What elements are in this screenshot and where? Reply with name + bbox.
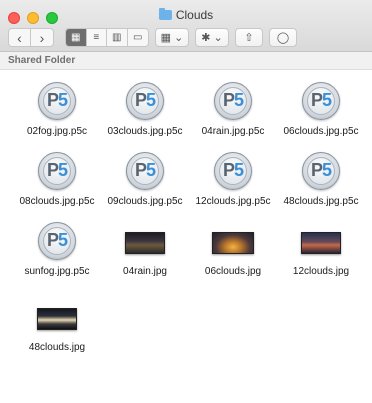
icon-digit-five: 5 bbox=[322, 160, 332, 180]
gallery-view-icon[interactable]: ▭ bbox=[128, 29, 148, 46]
p5c-document-icon: P5 bbox=[126, 82, 164, 120]
icon-digit-five: 5 bbox=[146, 160, 156, 180]
image-thumbnail-icon bbox=[37, 308, 77, 330]
file-name: 03clouds.jpg.p5c bbox=[107, 126, 183, 137]
file-item[interactable]: 12clouds.jpg bbox=[277, 222, 365, 282]
file-item[interactable]: P5 48clouds.jpg.p5c bbox=[277, 152, 365, 212]
folder-icon bbox=[158, 8, 172, 20]
p5c-document-icon: P5 bbox=[214, 152, 252, 190]
p5c-document-icon: P5 bbox=[214, 82, 252, 120]
p5c-document-icon: P5 bbox=[126, 152, 164, 190]
file-item[interactable]: P5 08clouds.jpg.p5c bbox=[13, 152, 101, 212]
group-by-button[interactable]: ▦ ⌄ bbox=[155, 28, 189, 47]
file-item[interactable]: P5 09clouds.jpg.p5c bbox=[101, 152, 189, 212]
icon-view-icon[interactable]: ▦ bbox=[66, 29, 87, 46]
path-bar: Shared Folder bbox=[0, 52, 372, 70]
file-name: 12clouds.jpg.p5c bbox=[195, 196, 271, 207]
file-name: 09clouds.jpg.p5c bbox=[107, 196, 183, 207]
navigation-buttons: ‹ › bbox=[8, 28, 54, 47]
icon-letter-p: P bbox=[46, 230, 59, 250]
column-view-icon[interactable]: ▥ bbox=[107, 29, 128, 46]
icon-letter-p: P bbox=[46, 90, 59, 110]
share-button[interactable]: ⇧ bbox=[235, 28, 263, 47]
icon-digit-five: 5 bbox=[146, 90, 156, 110]
file-item[interactable]: P5 sunfog.jpg.p5c bbox=[13, 222, 101, 282]
icon-digit-five: 5 bbox=[58, 230, 68, 250]
icon-letter-p: P bbox=[46, 160, 59, 180]
forward-button[interactable]: › bbox=[31, 29, 53, 46]
p5c-document-icon: P5 bbox=[38, 82, 76, 120]
icon-letter-p: P bbox=[134, 90, 147, 110]
file-item[interactable]: 04rain.jpg bbox=[101, 222, 189, 282]
icon-text: P5 bbox=[303, 160, 339, 181]
icon-letter-p: P bbox=[134, 160, 147, 180]
file-item[interactable]: P5 12clouds.jpg.p5c bbox=[189, 152, 277, 212]
file-name: 08clouds.jpg.p5c bbox=[19, 196, 95, 207]
icon-letter-p: P bbox=[310, 160, 323, 180]
action-gear-button[interactable]: ✱ ⌄ bbox=[195, 28, 229, 47]
file-name: 02fog.jpg.p5c bbox=[26, 126, 88, 137]
file-name: sunfog.jpg.p5c bbox=[24, 266, 90, 277]
file-name: 48clouds.jpg bbox=[28, 342, 86, 353]
file-name: 04rain.jpg bbox=[123, 266, 167, 277]
icon-digit-five: 5 bbox=[234, 90, 244, 110]
file-name: 04rain.jpg.p5c bbox=[201, 126, 265, 137]
icon-digit-five: 5 bbox=[58, 160, 68, 180]
toolbar: Clouds ‹ › ▦ ≡ ▥ ▭ ▦ ⌄ ✱ ⌄ ⇧ ◯ bbox=[0, 0, 372, 52]
window-title: Clouds bbox=[0, 8, 372, 22]
icon-letter-p: P bbox=[222, 160, 235, 180]
back-button[interactable]: ‹ bbox=[9, 29, 31, 46]
window-title-text: Clouds bbox=[175, 8, 214, 22]
view-mode-control: ▦ ≡ ▥ ▭ bbox=[65, 28, 149, 47]
file-item[interactable]: 48clouds.jpg bbox=[13, 298, 101, 358]
file-name: 12clouds.jpg bbox=[292, 266, 350, 277]
list-view-icon[interactable]: ≡ bbox=[87, 29, 107, 46]
image-thumbnail-icon bbox=[301, 232, 341, 254]
icon-digit-five: 5 bbox=[234, 160, 244, 180]
p5c-document-icon: P5 bbox=[302, 152, 340, 190]
p5c-document-icon: P5 bbox=[38, 152, 76, 190]
p5c-document-icon: P5 bbox=[302, 82, 340, 120]
icon-text: P5 bbox=[39, 160, 75, 181]
icon-letter-p: P bbox=[310, 90, 323, 110]
file-name: 48clouds.jpg.p5c bbox=[283, 196, 359, 207]
icon-digit-five: 5 bbox=[58, 90, 68, 110]
icon-text: P5 bbox=[215, 90, 251, 111]
icon-text: P5 bbox=[303, 90, 339, 111]
file-name: 06clouds.jpg bbox=[204, 266, 262, 277]
file-item[interactable]: P5 04rain.jpg.p5c bbox=[189, 82, 277, 142]
p5c-document-icon: P5 bbox=[38, 222, 76, 260]
path-label: Shared Folder bbox=[8, 55, 76, 66]
file-item[interactable]: P5 02fog.jpg.p5c bbox=[13, 82, 101, 142]
icon-digit-five: 5 bbox=[322, 90, 332, 110]
icon-text: P5 bbox=[39, 90, 75, 111]
image-thumbnail-icon bbox=[212, 232, 254, 254]
icon-text: P5 bbox=[39, 230, 75, 251]
icon-text: P5 bbox=[127, 90, 163, 111]
icon-text: P5 bbox=[215, 160, 251, 181]
finder-window: Clouds ‹ › ▦ ≡ ▥ ▭ ▦ ⌄ ✱ ⌄ ⇧ ◯ Shared Fo… bbox=[0, 0, 372, 403]
icon-text: P5 bbox=[127, 160, 163, 181]
file-item[interactable]: P5 03clouds.jpg.p5c bbox=[101, 82, 189, 142]
file-item[interactable]: 06clouds.jpg bbox=[189, 222, 277, 282]
edit-tags-button[interactable]: ◯ bbox=[269, 28, 297, 47]
file-name: 06clouds.jpg.p5c bbox=[283, 126, 359, 137]
file-item[interactable]: P5 06clouds.jpg.p5c bbox=[277, 82, 365, 142]
icon-letter-p: P bbox=[222, 90, 235, 110]
image-thumbnail-icon bbox=[125, 232, 165, 254]
